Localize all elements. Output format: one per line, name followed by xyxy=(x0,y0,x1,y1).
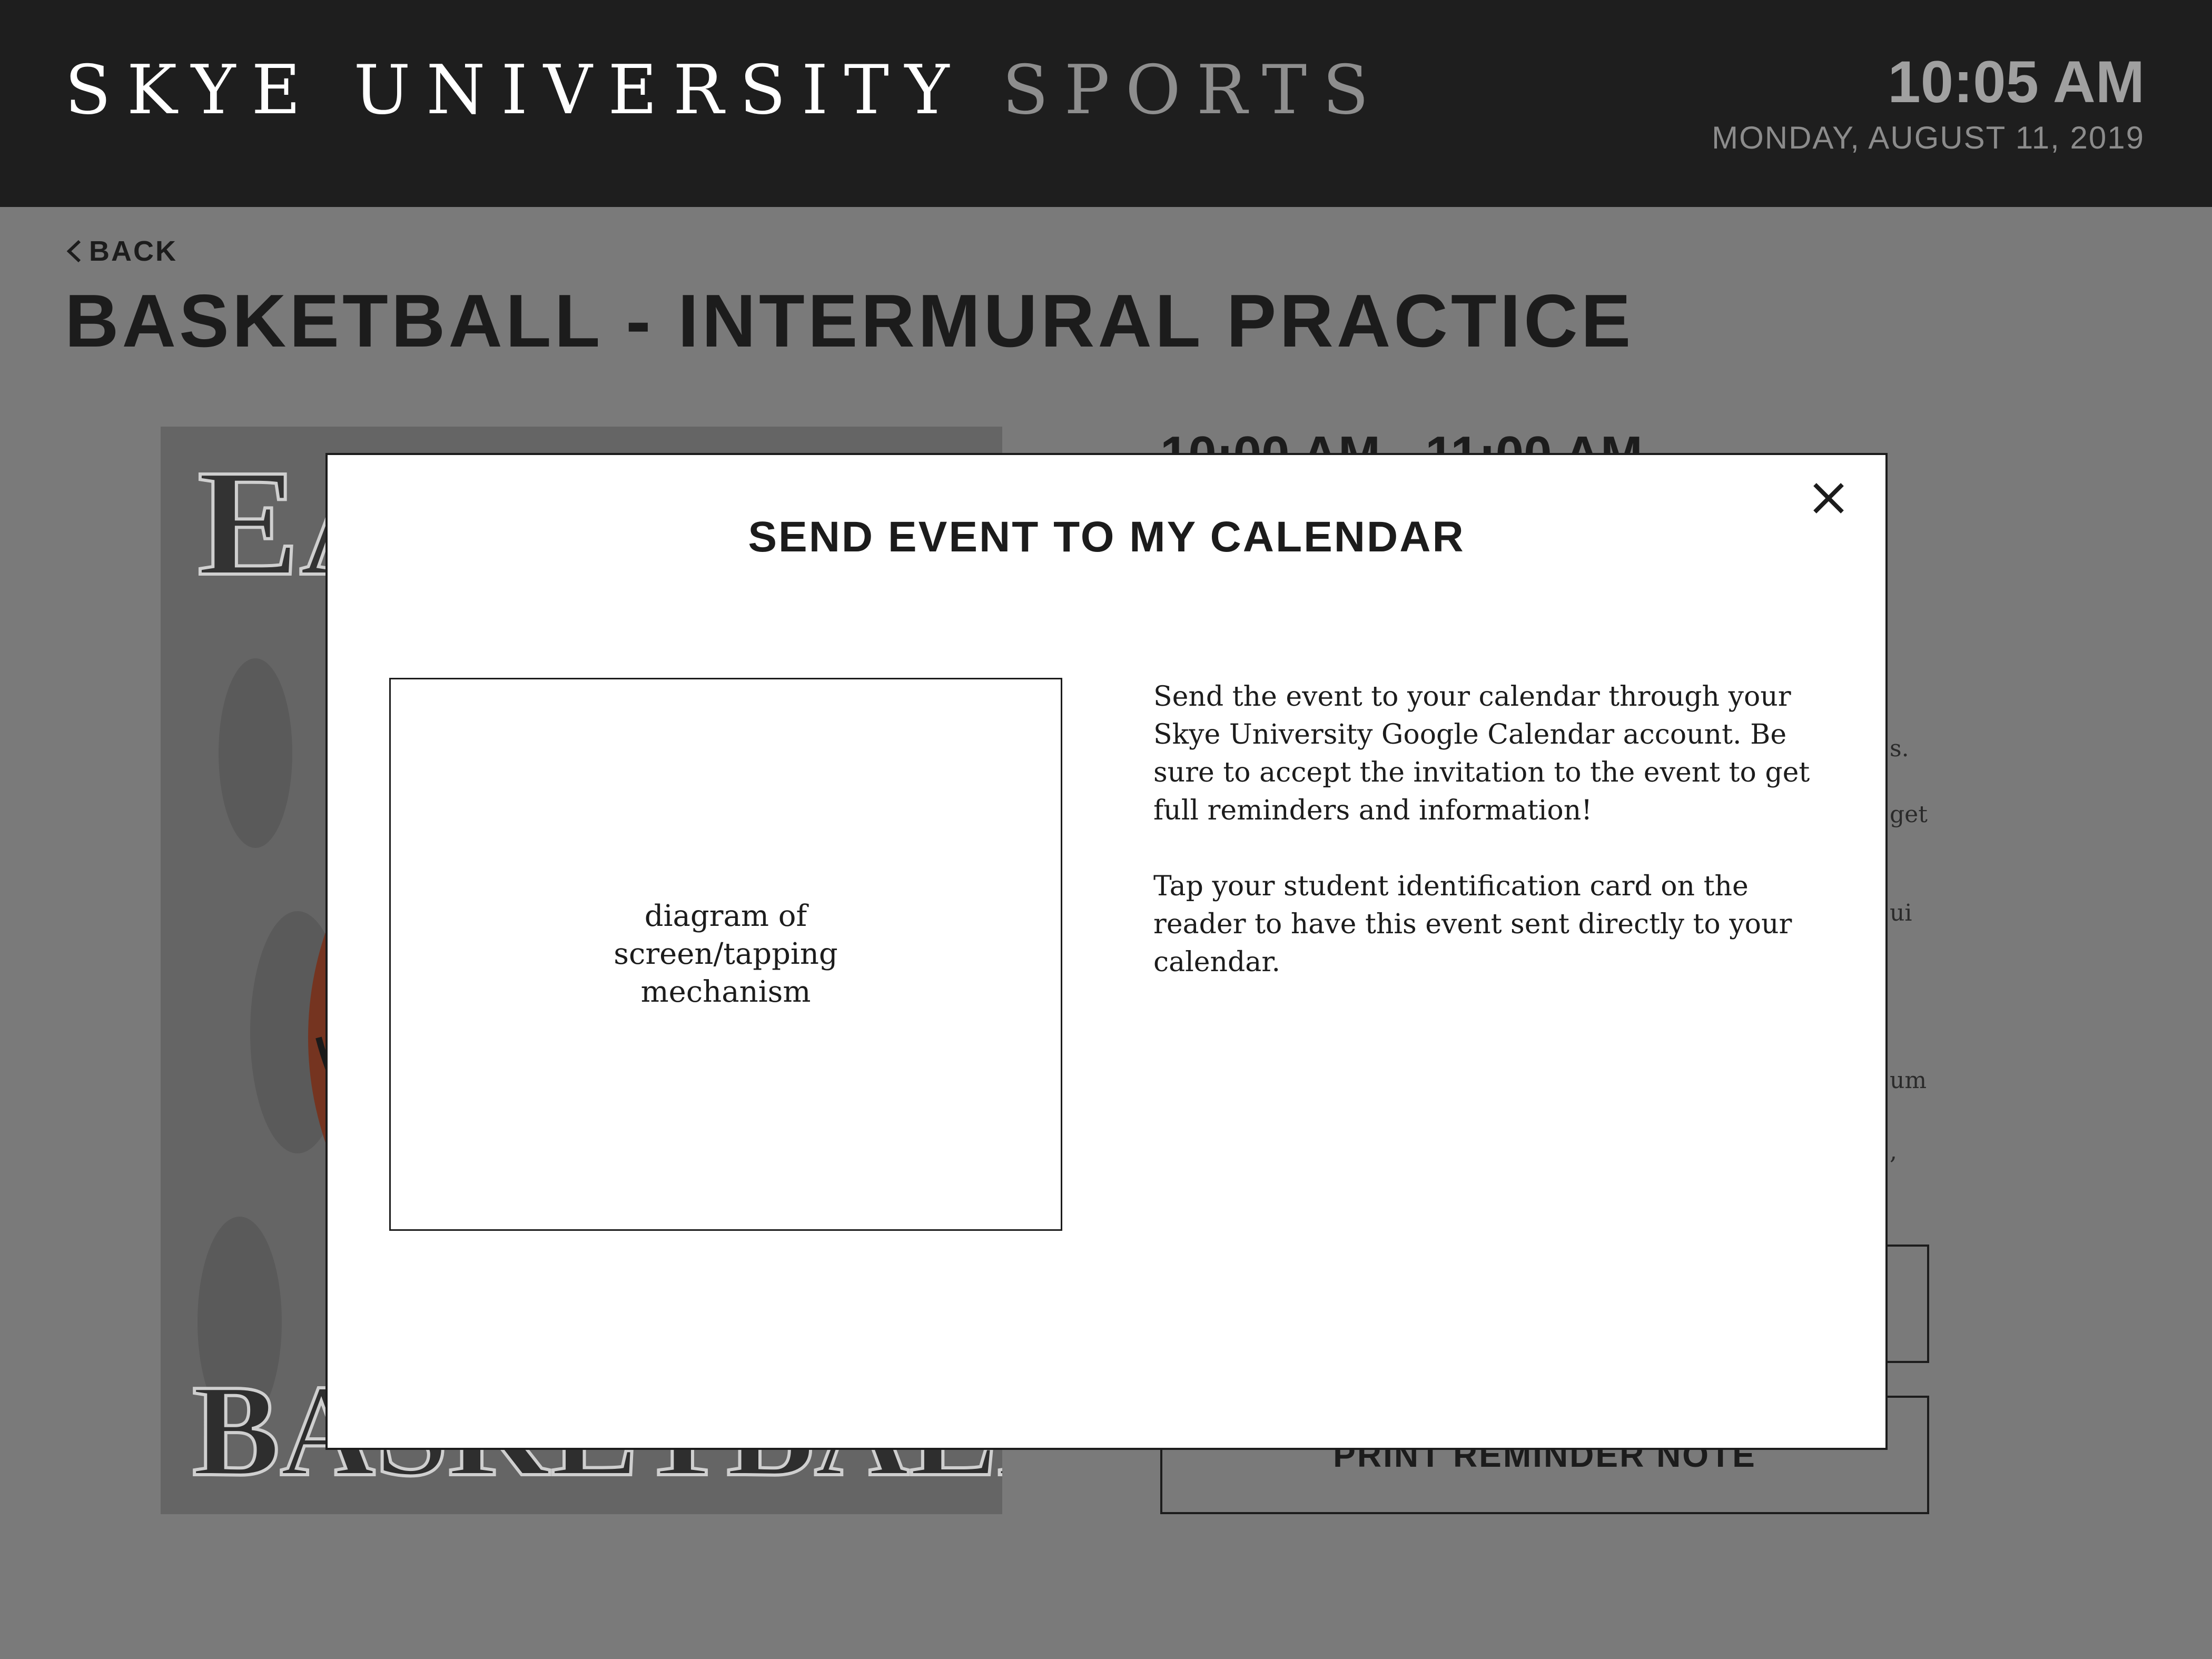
background-text-fragment: um xyxy=(1890,1067,1927,1094)
brand-logo: SKYE UNIVERSITY SPORTS xyxy=(65,57,1385,124)
background-text-fragment: ui xyxy=(1890,900,1912,926)
app-header: SKYE UNIVERSITY SPORTS 10:05 AM MONDAY, … xyxy=(0,0,2212,207)
diagram-placeholder: diagram of screen/tapping mechanism xyxy=(389,678,1062,1231)
modal-close-button[interactable] xyxy=(1808,477,1850,519)
back-button[interactable]: BACK xyxy=(65,237,177,265)
diagram-caption: diagram of screen/tapping mechanism xyxy=(614,899,838,1009)
background-text-fragment: get xyxy=(1890,801,1928,828)
clock-date: MONDAY, AUGUST 11, 2019 xyxy=(1712,120,2145,155)
background-text-fragment: s. xyxy=(1890,735,1909,762)
brand-main-text: SKYE UNIVERSITY xyxy=(65,51,965,130)
instruction-paragraph: Tap your student identification card on … xyxy=(1153,871,1792,978)
calendar-modal: SEND EVENT TO MY CALENDAR diagram of scr… xyxy=(325,453,1888,1450)
modal-title: SEND EVENT TO MY CALENDAR xyxy=(748,513,1465,561)
instruction-paragraph: Send the event to your calendar through … xyxy=(1153,681,1810,826)
modal-instructions: Send the event to your calendar through … xyxy=(1153,678,1838,1019)
back-label: BACK xyxy=(89,235,177,267)
background-text-fragment: , xyxy=(1890,1138,1897,1165)
chevron-left-icon xyxy=(66,240,81,263)
brand-sub-text: SPORTS xyxy=(1002,51,1385,130)
close-icon xyxy=(1813,483,1844,514)
clock-time: 10:05 AM xyxy=(1888,49,2145,115)
page-title: BASKETBALL - INTERMURAL PRACTICE xyxy=(65,279,1634,363)
